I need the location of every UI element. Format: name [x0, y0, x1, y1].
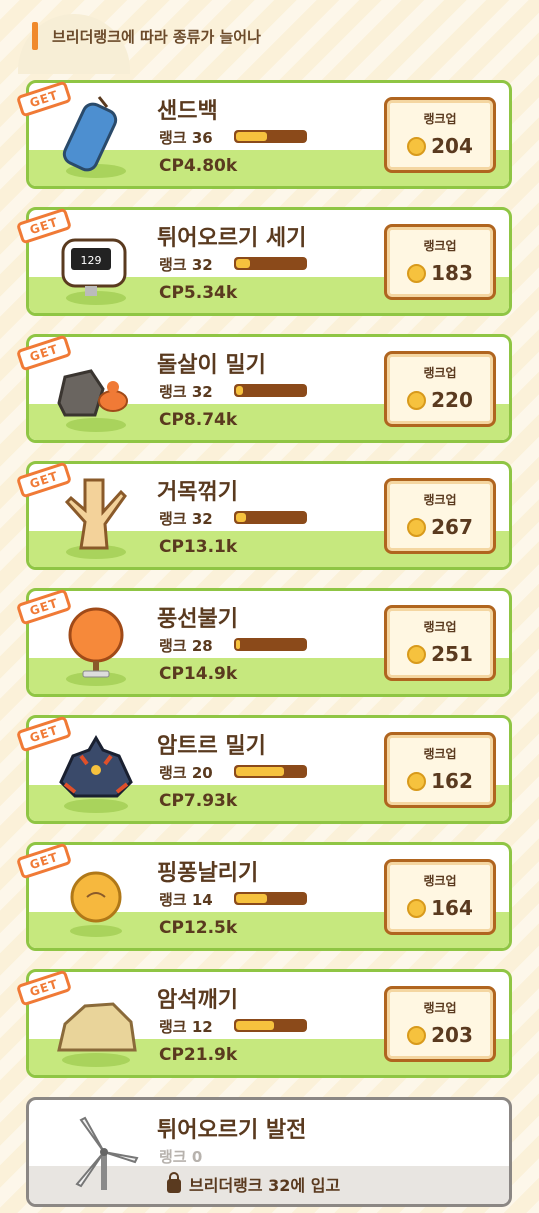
- item-cp: CP13.1k: [159, 537, 238, 557]
- training-card-balloon[interactable]: 풍선불기 랭크 28 CP14.9k 랭크업 251: [26, 588, 512, 697]
- rankup-cost: 267: [431, 515, 473, 539]
- item-cp: CP14.9k: [159, 664, 238, 684]
- counter-machine-icon: 129: [51, 218, 141, 308]
- rankup-button[interactable]: 랭크업 251: [384, 605, 496, 681]
- item-title: 핑퐁날리기: [157, 861, 259, 886]
- header-accent-bar: [32, 22, 38, 50]
- training-card-boulder[interactable]: 암석깨기 랭크 12 CP21.9k 랭크업 203: [26, 969, 512, 1078]
- item-rank: 랭크 20: [159, 764, 213, 782]
- item-cp: CP21.9k: [159, 1045, 238, 1065]
- item-rank: 랭크 32: [159, 256, 213, 274]
- rankup-cost: 183: [431, 261, 473, 285]
- training-card-tree[interactable]: 거목꺾기 랭크 32 CP13.1k 랭크업 267: [26, 461, 512, 570]
- coin-icon: [407, 898, 427, 918]
- rank-progress-bar: [234, 130, 307, 143]
- coin-icon: [407, 517, 427, 537]
- rank-progress-bar: [234, 892, 307, 905]
- item-cp: CP12.5k: [159, 918, 238, 938]
- coin-icon: [407, 1025, 427, 1045]
- item-title: 풍선불기: [157, 607, 238, 632]
- coin-icon: [407, 136, 427, 156]
- item-cp: CP4.80k: [159, 156, 238, 176]
- item-title: 암트르 밀기: [157, 734, 266, 759]
- rankup-button[interactable]: 랭크업 183: [384, 224, 496, 300]
- rankup-button[interactable]: 랭크업 162: [384, 732, 496, 808]
- dwebble-rock-icon: [51, 345, 141, 435]
- item-cp: CP7.93k: [159, 791, 238, 811]
- training-card-counter[interactable]: 129 튀어오르기 세기 랭크 32 CP5.34k 랭크업 183: [26, 207, 512, 316]
- item-rank: 랭크 32: [159, 510, 213, 528]
- wind-turbine-icon: [51, 1108, 141, 1198]
- rankup-cost: 164: [431, 896, 473, 920]
- rankup-button[interactable]: 랭크업 203: [384, 986, 496, 1062]
- coin-icon: [407, 644, 427, 664]
- item-rank: 랭크 32: [159, 383, 213, 401]
- item-rank: 랭크 14: [159, 891, 213, 909]
- rankup-button[interactable]: 랭크업 267: [384, 478, 496, 554]
- rankup-cost: 220: [431, 388, 473, 412]
- rankup-button[interactable]: 랭크업 164: [384, 859, 496, 935]
- rank-progress-bar: [234, 1019, 307, 1032]
- item-title: 돌살이 밀기: [157, 353, 266, 378]
- locked-training-card[interactable]: 튀어오르기 발전 랭크 0 브리더랭크 32에 입고: [26, 1097, 512, 1207]
- boulder-icon: [51, 980, 141, 1070]
- item-rank: 랭크 0: [159, 1148, 203, 1166]
- rankup-cost: 162: [431, 769, 473, 793]
- rank-progress-bar: [234, 384, 307, 397]
- training-card-boldore[interactable]: 암트르 밀기 랭크 20 CP7.93k 랭크업 162: [26, 715, 512, 824]
- tree-stump-icon: [51, 472, 141, 562]
- boldore-icon: [51, 726, 141, 816]
- item-rank: 랭크 36: [159, 129, 213, 147]
- counter-screen: 129: [81, 254, 102, 267]
- item-rank: 랭크 28: [159, 637, 213, 655]
- item-title: 튀어오르기 발전: [157, 1118, 307, 1143]
- rankup-cost: 251: [431, 642, 473, 666]
- rank-progress-bar: [234, 257, 307, 270]
- rankup-button[interactable]: 랭크업 220: [384, 351, 496, 427]
- lock-icon: [167, 1172, 181, 1193]
- rankup-cost: 204: [431, 134, 473, 158]
- training-card-sandbag[interactable]: 샌드백 랭크 36 CP4.80k 랭크업 204: [26, 80, 512, 189]
- sandbag-icon: [51, 91, 141, 181]
- rank-progress-bar: [234, 765, 307, 778]
- item-cp: CP8.74k: [159, 410, 238, 430]
- coin-icon: [407, 390, 427, 410]
- item-title: 거목꺾기: [157, 480, 238, 505]
- item-title: 암석깨기: [157, 988, 238, 1013]
- coin-icon: [407, 771, 427, 791]
- pingpong-ball-icon: [51, 853, 141, 943]
- item-title: 튀어오르기 세기: [157, 226, 307, 251]
- rank-progress-bar: [234, 511, 307, 524]
- rank-progress-bar: [234, 638, 307, 651]
- unlock-requirement: 브리더랭크 32에 입고: [189, 1176, 341, 1195]
- rankup-cost: 203: [431, 1023, 473, 1047]
- training-card-dwebble[interactable]: 돌살이 밀기 랭크 32 CP8.74k 랭크업 220: [26, 334, 512, 443]
- coin-icon: [407, 263, 427, 283]
- rankup-button[interactable]: 랭크업 204: [384, 97, 496, 173]
- item-title: 샌드백: [157, 99, 218, 124]
- header-text: 브리더랭크에 따라 종류가 늘어나: [52, 28, 261, 46]
- item-cp: CP5.34k: [159, 283, 238, 303]
- balloon-icon: [51, 599, 141, 689]
- training-card-pingpong[interactable]: 핑퐁날리기 랭크 14 CP12.5k 랭크업 164: [26, 842, 512, 951]
- item-rank: 랭크 12: [159, 1018, 213, 1036]
